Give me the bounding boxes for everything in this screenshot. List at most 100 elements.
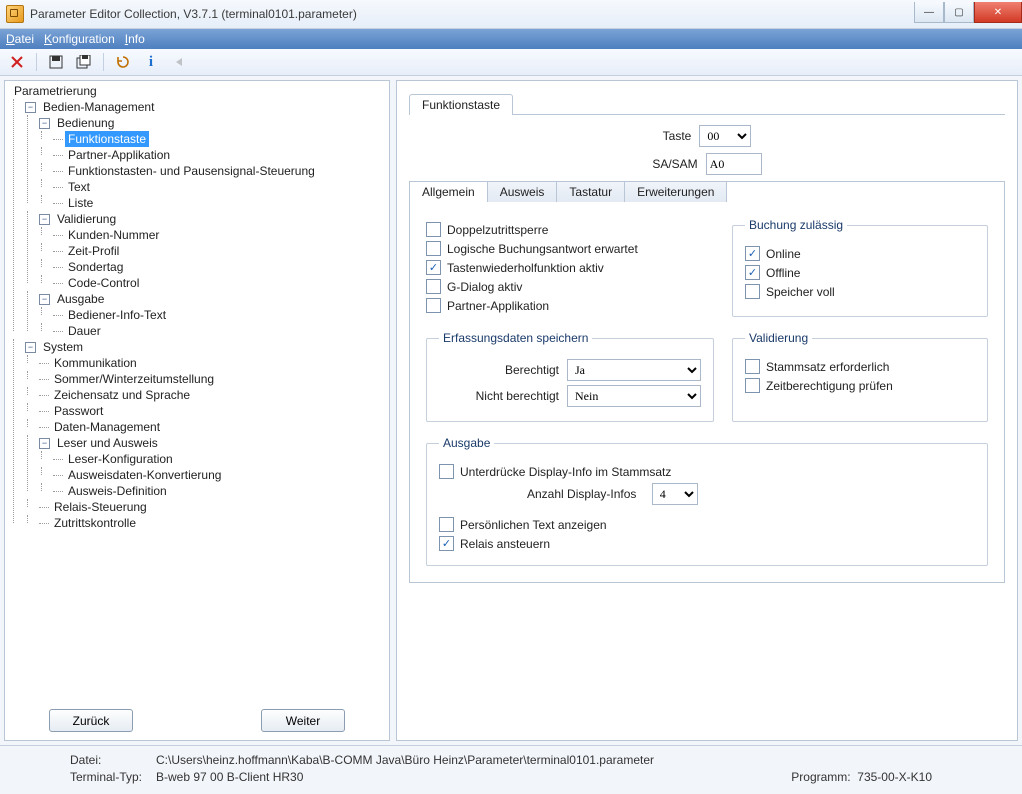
subpanel-allgemein: Doppelzutrittsperre Logische Buchungsant… bbox=[409, 202, 1005, 583]
subtabs: Allgemein Ausweis Tastatur Erweiterungen bbox=[409, 181, 1005, 202]
expand-icon[interactable]: − bbox=[39, 118, 50, 129]
chk-gdialog[interactable] bbox=[426, 279, 441, 294]
sasam-row: SA/SAM bbox=[409, 153, 1005, 175]
parameter-tree[interactable]: Parametrierung −Bedien-Management −Bedie… bbox=[5, 81, 389, 703]
tree-bedienung[interactable]: Bedienung bbox=[54, 115, 117, 131]
next-button[interactable]: Weiter bbox=[261, 709, 345, 732]
expand-icon[interactable]: − bbox=[39, 438, 50, 449]
tree-ausweis-def[interactable]: Ausweis-Definition bbox=[65, 483, 170, 499]
chk-offline[interactable]: ✓ bbox=[745, 265, 760, 280]
tree-daten-management[interactable]: Daten-Management bbox=[51, 419, 163, 435]
tree-system[interactable]: System bbox=[40, 339, 86, 355]
window-title: Parameter Editor Collection, V3.7.1 (ter… bbox=[30, 7, 914, 21]
toolbar: i bbox=[0, 49, 1022, 76]
tree-dauer[interactable]: Dauer bbox=[65, 323, 104, 339]
taste-row: Taste 00 bbox=[409, 125, 1005, 147]
tree-leser-ausweis[interactable]: Leser und Ausweis bbox=[54, 435, 161, 451]
expand-icon[interactable]: − bbox=[39, 294, 50, 305]
chk-doppelzutrittsperre[interactable] bbox=[426, 222, 441, 237]
status-terminal-value: B-web 97 00 B-Client HR30 bbox=[156, 769, 303, 786]
chk-tastenwiederhol[interactable]: ✓ bbox=[426, 260, 441, 275]
select-nicht-berechtigt[interactable]: Nein bbox=[567, 385, 701, 407]
minimize-button[interactable]: — bbox=[914, 2, 944, 23]
tree-pane: Parametrierung −Bedien-Management −Bedie… bbox=[4, 80, 390, 741]
save-icon[interactable] bbox=[45, 51, 67, 73]
delete-icon[interactable] bbox=[6, 51, 28, 73]
close-button[interactable]: ✕ bbox=[974, 2, 1022, 23]
tree-codecontrol[interactable]: Code-Control bbox=[65, 275, 142, 291]
lbl-doppelzutrittsperre: Doppelzutrittsperre bbox=[447, 223, 548, 237]
expand-icon[interactable]: − bbox=[39, 214, 50, 225]
legend-buchung: Buchung zulässig bbox=[745, 218, 847, 232]
tree-liste[interactable]: Liste bbox=[65, 195, 96, 211]
chk-partner-applikation[interactable] bbox=[426, 298, 441, 313]
chk-persoenlichen-text[interactable] bbox=[439, 517, 454, 532]
lbl-unterdruecke-display: Unterdrücke Display-Info im Stammsatz bbox=[460, 465, 671, 479]
sasam-input[interactable] bbox=[706, 153, 762, 175]
tree-relais[interactable]: Relais-Steuerung bbox=[51, 499, 150, 515]
tree-bedien-management[interactable]: Bedien-Management bbox=[40, 99, 157, 115]
tree-leser-konfig[interactable]: Leser-Konfiguration bbox=[65, 451, 176, 467]
chk-online[interactable]: ✓ bbox=[745, 246, 760, 261]
lbl-partner-applikation: Partner-Applikation bbox=[447, 299, 549, 313]
tree-root[interactable]: Parametrierung bbox=[11, 83, 100, 99]
select-anzahl-display-infos[interactable]: 4 bbox=[652, 483, 698, 505]
status-datei-value: C:\Users\heinz.hoffmann\Kaba\B-COMM Java… bbox=[156, 752, 654, 769]
tree-kundennummer[interactable]: Kunden-Nummer bbox=[65, 227, 162, 243]
window-buttons: — ▢ ✕ bbox=[914, 2, 1022, 22]
subtab-erweiterungen[interactable]: Erweiterungen bbox=[625, 182, 727, 202]
taste-select[interactable]: 00 bbox=[699, 125, 751, 147]
menu-konfiguration[interactable]: Konfiguration bbox=[44, 32, 115, 46]
nav-buttons: Zurück Weiter bbox=[5, 703, 389, 740]
menu-info[interactable]: Info bbox=[125, 32, 145, 46]
subtab-tastatur[interactable]: Tastatur bbox=[557, 182, 625, 202]
tree-sondertag[interactable]: Sondertag bbox=[65, 259, 126, 275]
tree-validierung[interactable]: Validierung bbox=[54, 211, 119, 227]
chk-stammsatz[interactable] bbox=[745, 359, 760, 374]
maximize-button[interactable]: ▢ bbox=[944, 2, 974, 23]
tree-ausgabe[interactable]: Ausgabe bbox=[54, 291, 107, 307]
chk-unterdruecke-display[interactable] bbox=[439, 464, 454, 479]
subtab-ausweis[interactable]: Ausweis bbox=[488, 182, 558, 202]
lbl-persoenlichen-text: Persönlichen Text anzeigen bbox=[460, 518, 607, 532]
tree-partner-applikation[interactable]: Partner-Applikation bbox=[65, 147, 173, 163]
expand-icon[interactable]: − bbox=[25, 102, 36, 113]
back-arrow-icon[interactable] bbox=[168, 51, 190, 73]
tree-sommer-winter[interactable]: Sommer/Winterzeitumstellung bbox=[51, 371, 217, 387]
info-icon[interactable]: i bbox=[140, 51, 162, 73]
tree-kommunikation[interactable]: Kommunikation bbox=[51, 355, 140, 371]
tree-bediener-info[interactable]: Bediener-Info-Text bbox=[65, 307, 169, 323]
save-all-icon[interactable] bbox=[73, 51, 95, 73]
tree-zeitprofil[interactable]: Zeit-Profil bbox=[65, 243, 122, 259]
main-area: Parametrierung −Bedien-Management −Bedie… bbox=[0, 76, 1022, 745]
lbl-offline: Offline bbox=[766, 266, 800, 280]
chk-zeitberechtigung[interactable] bbox=[745, 378, 760, 393]
chk-log-buchungsantwort[interactable] bbox=[426, 241, 441, 256]
status-terminal-label: Terminal-Typ: bbox=[70, 769, 156, 786]
status-bar: Datei:C:\Users\heinz.hoffmann\Kaba\B-COM… bbox=[0, 745, 1022, 794]
group-validierung: Validierung Stammsatz erforderlich Zeitb… bbox=[732, 331, 988, 422]
titlebar: Parameter Editor Collection, V3.7.1 (ter… bbox=[0, 0, 1022, 29]
legend-ausgabe: Ausgabe bbox=[439, 436, 494, 450]
lbl-tastenwiederhol: Tastenwiederholfunktion aktiv bbox=[447, 261, 604, 275]
chk-speicher-voll[interactable] bbox=[745, 284, 760, 299]
lbl-speicher-voll: Speicher voll bbox=[766, 285, 835, 299]
tree-passwort[interactable]: Passwort bbox=[51, 403, 106, 419]
tree-fkt-pausensignal[interactable]: Funktionstasten- und Pausensignal-Steuer… bbox=[65, 163, 318, 179]
tree-ausweis-konv[interactable]: Ausweisdaten-Konvertierung bbox=[65, 467, 224, 483]
refresh-icon[interactable] bbox=[112, 51, 134, 73]
expand-icon[interactable]: − bbox=[25, 342, 36, 353]
chk-relais-ansteuern[interactable]: ✓ bbox=[439, 536, 454, 551]
group-ausgabe: Ausgabe Unterdrücke Display-Info im Stam… bbox=[426, 436, 988, 566]
tree-funktionstaste[interactable]: Funktionstaste bbox=[65, 131, 149, 147]
tree-text[interactable]: Text bbox=[65, 179, 93, 195]
menu-datei[interactable]: Datei bbox=[6, 32, 34, 46]
select-berechtigt[interactable]: Ja bbox=[567, 359, 701, 381]
subtab-allgemein[interactable]: Allgemein bbox=[410, 182, 488, 202]
tree-zutritt[interactable]: Zutrittskontrolle bbox=[51, 515, 139, 531]
legend-validierung: Validierung bbox=[745, 331, 812, 345]
tree-zeichensatz[interactable]: Zeichensatz und Sprache bbox=[51, 387, 193, 403]
menubar: Datei Konfiguration Info bbox=[0, 29, 1022, 49]
tab-funktionstaste[interactable]: Funktionstaste bbox=[409, 94, 513, 115]
back-button[interactable]: Zurück bbox=[49, 709, 133, 732]
